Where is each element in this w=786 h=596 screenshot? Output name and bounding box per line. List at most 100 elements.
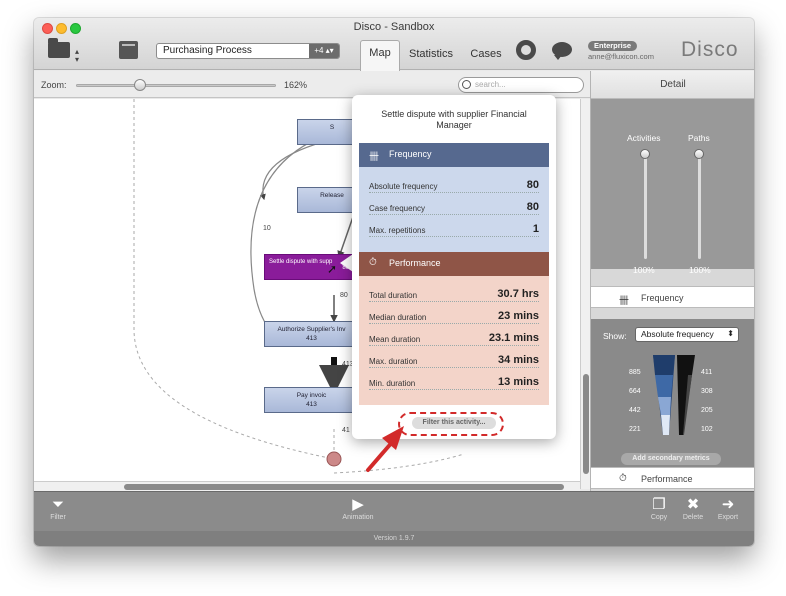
tab-statistics[interactable]: Statistics [406,42,456,70]
performance-section: ⏱ Performance [359,252,549,276]
bottom-toolbar: ⏷ Filter ▶ Animation ❐ Copy ✖ Delete ➜ E… [34,491,754,531]
horizontal-scrollbar[interactable] [34,481,580,491]
tab-cases[interactable]: Cases [466,42,506,70]
filter-button-label: Filter [50,514,66,521]
metric-value: 13 mins [496,376,539,388]
window-title: Disco - Sandbox [353,21,435,33]
frequency-section-label: Frequency [641,293,684,303]
scale-right-308: 308 [701,388,713,395]
chevron-updown-icon[interactable]: ▴ ▾ [75,48,79,64]
filter-button[interactable]: ⏷ Filter [46,496,70,521]
metric-label: Max. repetitions [369,226,428,235]
metric-label: Absolute frequency [369,182,440,191]
frequency-section: 卌 Frequency [359,143,549,167]
activity-node-authorize-count: 413 [306,335,317,342]
mouse-cursor-icon: ➚ [327,262,338,276]
activity-node-pay-invoice[interactable]: Pay invoic 413 [264,387,359,413]
paths-slider-track[interactable] [698,149,701,259]
activity-node-authorize-label: Authorize Supplier's Inv [277,326,346,333]
metric-label: Min. duration [369,379,418,388]
project-count-badge[interactable]: +4 ▴▾ [309,44,339,58]
help-lifebuoy-icon[interactable] [516,40,536,60]
edge-label: 10 [263,225,271,232]
popover-title: Settle dispute with supplier Financial M… [381,109,527,130]
filter-icon: ⏷ [51,496,64,513]
stopwatch-icon: ⏱ [369,257,377,268]
stopwatch-icon: ⏱ [619,473,627,484]
metric-row: Median duration 23 mins [369,310,539,324]
frequency-settings-area: Show: Absolute frequency ⬍ 885 664 442 2… [591,319,754,467]
play-icon: ▶ [352,496,364,513]
activities-slider-track[interactable] [644,149,647,259]
project-select[interactable]: Purchasing Process +4 ▴▾ [156,43,340,59]
metric-row: Max. repetitions 1 [369,223,539,237]
project-select-value: Purchasing Process [163,45,252,56]
edge-label: 41 [342,427,350,434]
archive-icon[interactable] [119,41,138,59]
detail-panel: Detail Activities Paths 100% 100% 卌 Freq… [590,71,754,491]
search-placeholder: search... [475,80,506,89]
user-email: anne@fluxicon.com [588,52,654,61]
detail-header: Detail [591,71,754,99]
activity-node-release-label: Release [320,192,344,199]
horizontal-scroll-thumb[interactable] [124,484,564,490]
status-bar: Version 1.9.7 [34,531,754,546]
metric-value: 23.1 mins [486,332,539,344]
show-label: Show: [603,331,627,341]
delete-icon: ✖ [686,496,700,513]
search-input[interactable]: search... [458,77,584,93]
metric-value: 1 [530,223,539,235]
delete-button[interactable]: ✖ Delete [679,496,707,521]
metric-value: 34 mins [496,354,539,366]
red-arrow-icon [366,426,404,472]
activity-node-authorize[interactable]: Authorize Supplier's Inv 413 [264,321,359,347]
tally-icon: 卌 [369,152,379,163]
enterprise-badge: Enterprise [588,41,638,51]
activity-detail-popover: Settle dispute with supplier Financial M… [352,95,556,439]
scale-left-664: 664 [629,388,641,395]
performance-section-label: Performance [641,474,693,484]
copy-button[interactable]: ❐ Copy [646,496,672,521]
zoom-label: Zoom: [41,80,67,90]
activities-slider-knob[interactable] [640,149,650,159]
folder-icon[interactable] [48,38,70,58]
metric-value: 23 mins [496,310,539,322]
metric-value: 80 [524,201,539,213]
zoom-bar: Zoom: 162% search... [34,71,590,98]
frequency-section-header[interactable]: 卌 Frequency [591,286,754,308]
metric-value: 30.7 hrs [495,288,539,300]
show-metric-value: Absolute frequency [641,329,714,339]
activity-node-pay-invoice-count: 413 [306,401,317,408]
frequency-metrics: Absolute frequency 80 Case frequency 80 … [359,167,549,252]
tab-map[interactable]: Map [360,40,400,71]
metric-row: Absolute frequency 80 [369,179,539,193]
chevron-updown-icon: ⬍ [727,329,734,338]
zoom-slider-thumb[interactable] [134,79,146,91]
export-button-label: Export [717,514,739,521]
frequency-section-title: Frequency [389,149,432,159]
performance-section-header[interactable]: ⏱ Performance [591,467,754,489]
metric-label: Max. duration [369,357,420,366]
feedback-chat-icon[interactable] [552,42,572,60]
copy-icon: ❐ [652,496,666,513]
paths-slider-knob[interactable] [694,149,704,159]
version-text: Version 1.9.7 [373,535,415,542]
activity-node-pay-invoice-label: Pay invoic [296,392,327,399]
animation-button-label: Animation [342,514,374,521]
export-button[interactable]: ➜ Export [714,496,742,521]
scale-left-885: 885 [629,369,641,376]
highlight-annotation-ring [398,412,504,436]
scale-right-205: 205 [701,407,713,414]
performance-section-title: Performance [389,258,441,268]
scale-left-442: 442 [629,407,641,414]
metric-label: Total duration [369,291,420,300]
show-metric-select[interactable]: Absolute frequency ⬍ [635,327,739,342]
add-secondary-metrics-button[interactable]: Add secondary metrics [621,453,721,465]
title-bar: Disco - Sandbox ▴ ▾ Purchasing Process +4… [34,18,754,71]
animation-button[interactable]: ▶ Animation [336,496,380,521]
vertical-scroll-thumb[interactable] [583,374,589,474]
vertical-scrollbar[interactable] [580,99,590,489]
copy-button-label: Copy [650,514,668,521]
paths-label: Paths [688,133,710,143]
zoom-slider-track[interactable] [76,84,276,87]
